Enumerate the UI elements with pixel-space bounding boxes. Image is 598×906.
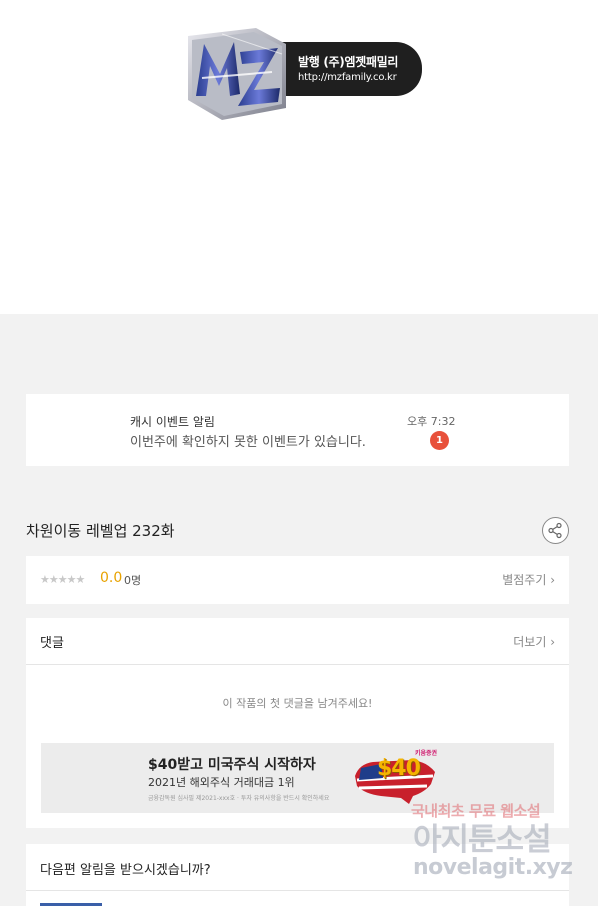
divider <box>26 664 569 665</box>
publisher-name: 발행 (주)엠젯패밀리 <box>298 55 399 69</box>
rating-count: 0명 <box>124 574 142 587</box>
mz-logo-icon <box>188 28 286 120</box>
ad-fine-print: 금융감독원 심사필 제2021-xxx호 · 투자 유의사항을 반드시 확인하세… <box>148 795 330 802</box>
site-watermark: 국내최초 무료 웹소설 아지툰소설 novelagit.xyz <box>411 800 587 892</box>
ad-price: $40 <box>377 756 421 781</box>
publisher-banner: 발행 (주)엠젯패밀리 http://mzfamily.co.kr <box>0 0 598 314</box>
star-rating-icon: ★★★★★ <box>40 573 85 586</box>
next-episode-alert-title: 다음편 알림을 받으시겠습니까? <box>40 863 211 878</box>
notice-title: 캐시 이벤트 알림 <box>130 415 215 429</box>
comments-more-label: 더보기 <box>513 635 547 649</box>
comments-title: 댓글 <box>40 636 64 651</box>
rating-score: 0.0 <box>100 570 123 586</box>
share-button[interactable] <box>542 517 569 544</box>
publisher-logo: 발행 (주)엠젯패밀리 http://mzfamily.co.kr <box>182 26 424 122</box>
episode-title: 차원이동 레벨업 232화 <box>26 522 175 540</box>
rate-button-label: 별점주기 <box>502 573 547 587</box>
share-icon <box>548 522 562 539</box>
ad-brand-tag: 키움증권 <box>415 750 438 757</box>
rate-button[interactable]: 별점주기 › <box>502 571 555 588</box>
comments-more-link[interactable]: 더보기 › <box>513 633 555 650</box>
ad-headline: $40받고 미국주식 시작하자 <box>148 757 316 773</box>
ad-subline: 2021년 해외주식 거래대금 1위 <box>148 776 295 789</box>
chevron-right-icon: › <box>546 573 555 587</box>
publisher-url[interactable]: http://mzfamily.co.kr <box>298 72 397 83</box>
notice-count-badge: 1 <box>430 431 449 450</box>
comments-panel: 댓글 더보기 › 이 작품의 첫 댓글을 남겨주세요! $40받고 미국주식 시… <box>26 618 569 828</box>
chevron-right-icon: › <box>546 635 555 649</box>
notice-time: 오후 7:32 <box>407 415 456 428</box>
comments-empty-message: 이 작품의 첫 댓글을 남겨주세요! <box>222 697 373 710</box>
rating-panel: ★★★★★ 0.0 0명 별점주기 › <box>26 556 569 604</box>
watermark-url: novelagit.xyz <box>413 855 573 880</box>
watermark-brand: 아지툰소설 <box>413 822 552 858</box>
notice-message: 이번주에 확인하지 못한 이벤트가 있습니다. <box>130 435 366 450</box>
cash-event-notice[interactable]: 캐시 이벤트 알림 이번주에 확인하지 못한 이벤트가 있습니다. 오후 7:3… <box>26 394 569 466</box>
